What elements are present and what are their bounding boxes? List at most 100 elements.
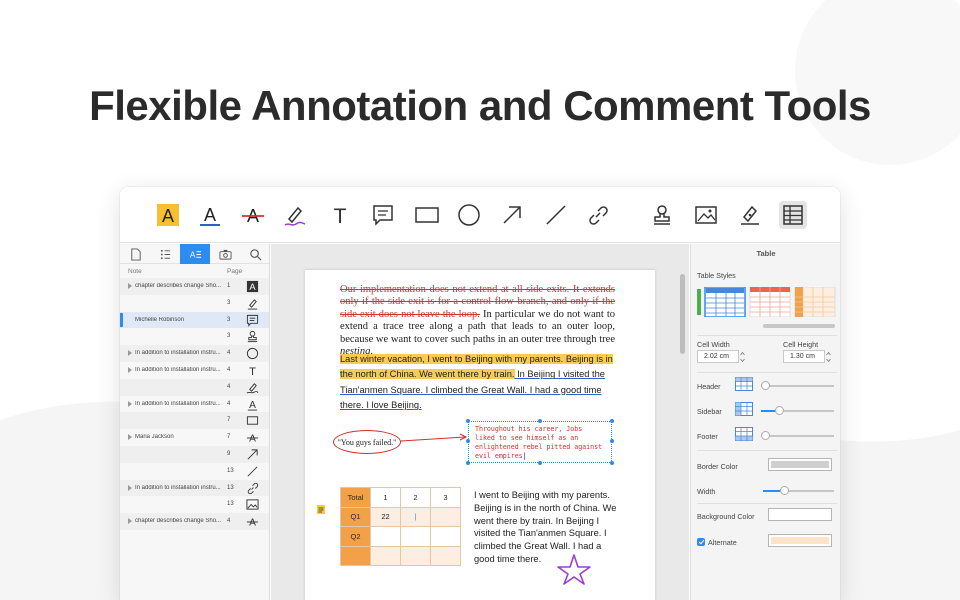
document-viewport[interactable]: Our implementation does not extend at al… — [271, 244, 689, 600]
annotation-list-item[interactable]: Michelle Robinson 3 — [120, 311, 269, 329]
annotation-list-item[interactable]: 13 — [120, 496, 269, 513]
sticky-note-icon[interactable] — [317, 505, 325, 514]
callout-text[interactable]: Throughout his career, Jobs liked to see… — [475, 425, 602, 460]
annotation-list-item[interactable]: 13 — [120, 463, 269, 480]
arrow-icon[interactable] — [499, 202, 525, 228]
freehand-star-drawing[interactable] — [556, 553, 592, 585]
table-cell[interactable] — [370, 545, 401, 566]
paragraph-highlight[interactable]: Last winter vacation, I went to Beijing … — [340, 352, 615, 414]
slider-knob[interactable] — [775, 406, 784, 415]
resize-handle[interactable] — [610, 461, 614, 465]
annotation-list-item[interactable]: 3 — [120, 328, 269, 345]
annotation-list-icon[interactable]: A — [180, 244, 210, 264]
slider-knob[interactable] — [780, 486, 789, 495]
highlight-icon[interactable]: A — [155, 202, 181, 228]
annotation-list-item[interactable]: chapter describes change Sho... 4 A — [120, 513, 269, 530]
cell-width-input[interactable]: 2.02 cm — [697, 350, 745, 363]
disclosure-triangle-icon[interactable] — [128, 434, 132, 441]
outline-icon[interactable] — [150, 244, 180, 264]
disclosure-triangle-icon[interactable] — [128, 484, 132, 491]
text-callout[interactable]: Throughout his career, Jobs liked to see… — [466, 419, 614, 465]
header-slider[interactable] — [761, 381, 834, 390]
alternate-color-picker[interactable] — [768, 534, 832, 547]
search-icon[interactable] — [240, 244, 270, 264]
ellipse-icon[interactable] — [456, 202, 482, 228]
text-icon[interactable]: T — [327, 202, 353, 228]
resize-handle[interactable] — [538, 461, 542, 465]
table-cell[interactable]: Total — [340, 487, 371, 508]
resize-handle[interactable] — [538, 419, 542, 423]
table-style-red[interactable] — [749, 287, 791, 317]
resize-handle[interactable] — [466, 439, 470, 443]
table-cell[interactable] — [430, 506, 461, 527]
table-style-blue[interactable] — [704, 287, 746, 317]
link-icon[interactable] — [585, 202, 611, 228]
image-icon[interactable] — [693, 202, 719, 228]
table-cell[interactable] — [430, 526, 461, 547]
table-cell[interactable] — [340, 545, 371, 566]
border-color-picker[interactable] — [768, 458, 832, 471]
table-cell[interactable]: Q2 — [340, 526, 371, 547]
table-cell[interactable]: Q1 — [340, 506, 371, 527]
disclosure-triangle-icon[interactable] — [128, 283, 132, 289]
vertical-scrollbar[interactable] — [680, 274, 685, 354]
table-cell[interactable]: 2 — [400, 487, 431, 508]
cell-height-input[interactable]: 1.30 cm — [783, 350, 831, 363]
table-style-swatches[interactable] — [697, 287, 837, 317]
resize-handle[interactable] — [466, 461, 470, 465]
stepper-icon[interactable] — [826, 351, 831, 363]
annotation-list-item[interactable]: 9 — [120, 445, 269, 463]
stepper-icon[interactable] — [740, 351, 745, 363]
ellipse-annotation[interactable]: "You guys failed." — [333, 430, 401, 454]
border-width-slider[interactable] — [763, 486, 834, 495]
footer-slider[interactable] — [761, 431, 834, 440]
table-style-orange[interactable] — [794, 287, 836, 317]
annotation-list-item[interactable]: In addition to installation instru... 4 T — [120, 362, 269, 379]
stamp-icon[interactable] — [649, 202, 675, 228]
disclosure-triangle-icon[interactable] — [128, 366, 132, 373]
cell-height-value[interactable]: 1.30 cm — [790, 353, 815, 360]
alternate-checkbox[interactable] — [697, 538, 705, 546]
underline-icon[interactable]: A — [197, 202, 223, 228]
annotation-list-item[interactable]: In addition to installation instru... 4 — [120, 345, 269, 362]
page-icon[interactable] — [120, 244, 150, 264]
styles-scrollbar[interactable] — [763, 324, 835, 328]
freehand-pen-icon[interactable] — [282, 202, 308, 228]
disclosure-triangle-icon[interactable] — [128, 350, 132, 357]
table-cell[interactable]: | — [400, 506, 431, 527]
signature-icon[interactable] — [737, 202, 763, 228]
annotation-list-item[interactable]: 4 — [120, 378, 269, 396]
table-cell[interactable] — [430, 545, 461, 566]
resize-handle[interactable] — [466, 419, 470, 423]
paragraph-strikethrough[interactable]: Our implementation does not extend at al… — [340, 284, 615, 358]
line-icon[interactable] — [543, 202, 569, 228]
disclosure-triangle-icon[interactable] — [128, 400, 132, 407]
rectangle-icon[interactable] — [414, 202, 440, 228]
resize-handle[interactable] — [610, 419, 614, 423]
resize-handle[interactable] — [610, 439, 614, 443]
document-table[interactable]: Total 1 2 3 Q1 22 | Q2 — [340, 487, 461, 566]
comment-icon[interactable] — [370, 202, 396, 228]
table-cell[interactable]: 3 — [430, 487, 461, 508]
disclosure-triangle-icon[interactable] — [128, 518, 132, 525]
table-cell[interactable]: 22 — [370, 506, 401, 527]
paragraph-plain[interactable]: I went to Beijing with my parents. Beiji… — [474, 489, 619, 566]
snapshot-icon[interactable] — [210, 244, 240, 264]
sidebar-slider[interactable] — [761, 406, 834, 415]
annotation-list-item[interactable]: Maria Jackson 7 A — [120, 429, 269, 446]
annotation-list-item[interactable]: 3 — [120, 295, 269, 312]
strikethrough-icon[interactable]: A — [240, 202, 266, 228]
slider-knob[interactable] — [761, 431, 770, 440]
slider-knob[interactable] — [761, 381, 770, 390]
table-icon[interactable] — [779, 201, 807, 229]
table-cell[interactable] — [400, 545, 431, 566]
table-cell[interactable] — [370, 526, 401, 547]
annotation-list-item[interactable]: In addition to installation instru... 4 A — [120, 396, 269, 413]
annotation-list-item[interactable]: chapter describes change Sho... 1 A — [120, 278, 269, 295]
cell-width-value[interactable]: 2.02 cm — [704, 353, 729, 360]
background-color-picker[interactable] — [768, 508, 832, 521]
annotation-list-item[interactable]: In addition to installation instru... 13 — [120, 479, 269, 497]
table-cell[interactable] — [400, 526, 431, 547]
table-cell[interactable]: 1 — [370, 487, 401, 508]
annotation-list-item[interactable]: 7 — [120, 412, 269, 430]
